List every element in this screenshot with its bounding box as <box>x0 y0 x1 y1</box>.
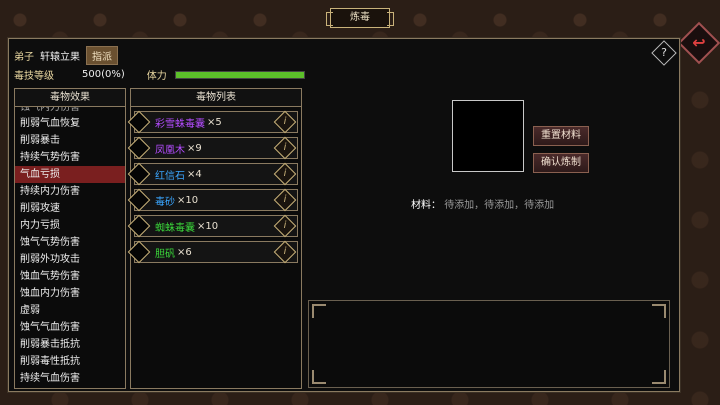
poison-slot-icon <box>127 188 151 212</box>
poison-item[interactable]: 红信石 ×4 i <box>127 162 298 186</box>
stamina-fill <box>175 71 304 78</box>
effect-item[interactable]: 削弱暴击抵抗 <box>15 336 125 353</box>
poison-item[interactable]: 蜘蛛毒囊 ×10 i <box>127 214 298 238</box>
info-icon[interactable]: i <box>273 240 297 264</box>
poison-name: 毒砂 <box>155 196 175 208</box>
materials-label: 材料： <box>411 200 441 211</box>
poison-slot-icon <box>127 214 151 238</box>
poison-item[interactable]: 毒砂 ×10 i <box>127 188 298 212</box>
effect-item[interactable]: 蚀血内力伤害 <box>15 285 125 302</box>
poison-name: 凤凰木 <box>155 144 185 156</box>
poison-count: ×4 <box>187 168 202 180</box>
window-title: 炼毒 <box>326 8 394 28</box>
poison-skill-label: 毒技等级 <box>14 71 54 82</box>
poison-item[interactable]: 胆矾 ×6 i <box>127 240 298 264</box>
poison-slot-icon <box>127 162 151 186</box>
result-log <box>308 300 670 388</box>
material-slot[interactable] <box>452 100 524 172</box>
corner-ornament <box>652 370 666 384</box>
effect-item[interactable]: 削弱攻速 <box>15 200 125 217</box>
poisons-header: 毒物列表 <box>131 89 301 107</box>
skill-row: 毒技等级 500(0%) 体力 <box>14 67 305 82</box>
poison-name: 胆矾 <box>155 248 175 260</box>
corner-ornament <box>312 304 326 318</box>
poison-name: 蜘蛛毒囊 <box>155 222 195 234</box>
confirm-craft-button[interactable]: 确认炼制 <box>533 153 589 173</box>
reset-materials-button[interactable]: 重置材料 <box>533 126 589 146</box>
effect-item[interactable]: 削弱毒性抵抗 <box>15 353 125 370</box>
poison-count: ×10 <box>197 220 219 232</box>
poison-name: 红信石 <box>155 170 185 182</box>
effect-item[interactable]: 蚀气气势伤害 <box>15 234 125 251</box>
corner-ornament <box>652 304 666 318</box>
effect-item[interactable]: 持续气血伤害 <box>15 370 125 387</box>
poison-slot-icon <box>127 136 151 160</box>
poison-count: ×5 <box>207 116 222 128</box>
poison-slot-icon <box>127 110 151 134</box>
player-prefix: 弟子 <box>14 52 34 63</box>
effect-item[interactable]: 持续内力伤害 <box>15 183 125 200</box>
effects-list[interactable]: 蚀气内力伤害 削弱气血恢复 削弱暴击 持续气势伤害 气血亏损 持续内力伤害 削弱攻速 内力亏… <box>15 107 125 387</box>
effects-header: 毒物效果 <box>15 89 125 107</box>
poison-item[interactable]: 彩雪蛛毒囊 ×5 i <box>127 110 298 134</box>
effect-item[interactable]: 削弱气血恢复 <box>15 115 125 132</box>
info-icon[interactable]: i <box>273 136 297 160</box>
materials-line: 材料： 待添加，待添加，待添加 <box>411 196 554 211</box>
effects-panel: 毒物效果 蚀气内力伤害 削弱气血恢复 削弱暴击 持续气势伤害 气血亏损 持续内力伤害 削弱… <box>14 88 126 389</box>
effect-item[interactable]: 虚弱 <box>15 302 125 319</box>
materials-value: 待添加，待添加，待添加 <box>444 200 555 211</box>
effect-item-partial[interactable]: 蚀气内力伤害 <box>15 107 125 115</box>
info-icon[interactable]: i <box>273 188 297 212</box>
poisons-panel: 毒物列表 彩雪蛛毒囊 ×5 i 凤凰木 ×9 i 红信石 ×4 i 毒砂 ×10 i 蜘蛛毒囊 ×10 i 胆… <box>127 88 302 389</box>
poison-slot-icon <box>127 240 151 264</box>
effect-item[interactable]: 内力亏损 <box>15 217 125 234</box>
effect-item[interactable]: 蚀血气势伤害 <box>15 268 125 285</box>
effect-item[interactable]: 削弱暴击 <box>15 132 125 149</box>
effect-item[interactable]: 气血亏损 <box>15 166 125 183</box>
poison-count: ×6 <box>177 246 192 258</box>
stamina-bar <box>174 70 305 79</box>
faction-button[interactable]: 指派 <box>86 46 118 65</box>
player-row: 弟子 轩辕立果 指派 <box>14 46 118 65</box>
stamina-label: 体力 <box>146 71 167 82</box>
poison-count: ×9 <box>187 142 202 154</box>
effect-item[interactable]: 蚀气气血伤害 <box>15 319 125 336</box>
effect-item[interactable]: 持续气势伤害 <box>15 149 125 166</box>
poison-count: ×10 <box>177 194 199 206</box>
corner-ornament <box>312 370 326 384</box>
effect-item[interactable]: 削弱外功攻击 <box>15 251 125 268</box>
poison-name: 彩雪蛛毒囊 <box>155 118 205 130</box>
info-icon[interactable]: i <box>273 162 297 186</box>
info-icon[interactable]: i <box>273 214 297 238</box>
info-icon[interactable]: i <box>273 110 297 134</box>
poison-skill-value: 500(0%) <box>82 69 125 80</box>
poison-item[interactable]: 凤凰木 ×9 i <box>127 136 298 160</box>
player-name: 轩辕立果 <box>40 52 80 63</box>
